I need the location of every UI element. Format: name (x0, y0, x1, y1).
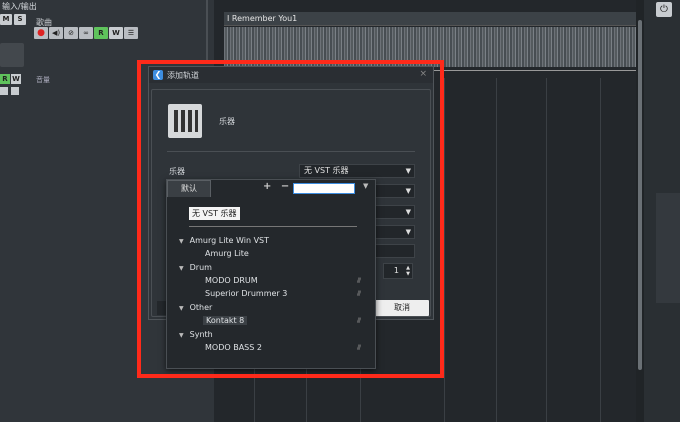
grid-line (496, 78, 497, 422)
lane-buttons: R W (0, 74, 21, 84)
track-controls: ● ◀) ⊘ ∞ R W ☰ (34, 27, 138, 39)
io-section-label: 输入/输出 (2, 2, 37, 11)
lane-read-button[interactable]: R (0, 74, 10, 84)
link-icon[interactable]: ∞ (79, 27, 93, 39)
highlight-frame (137, 60, 444, 378)
scrollbar-thumb[interactable] (638, 20, 642, 370)
grid-line (444, 78, 445, 422)
lane-write-button[interactable]: W (11, 74, 21, 84)
monitor-icon[interactable]: ◀) (49, 27, 63, 39)
close-lane-icon[interactable] (0, 87, 8, 95)
track-color-panel (0, 43, 24, 67)
inspector-divider (206, 0, 208, 60)
write-automation-button[interactable]: W (109, 27, 123, 39)
grid-line (600, 78, 601, 422)
channel-settings-icon[interactable]: ☰ (124, 27, 138, 39)
solo-button[interactable]: S (14, 14, 26, 25)
mute-button[interactable]: M (0, 14, 12, 25)
volume-column-header: 音量 (36, 76, 50, 84)
fx-bypass-icon[interactable]: ⊘ (64, 27, 78, 39)
power-icon[interactable]: ⏻ (656, 2, 672, 17)
read-automation-button[interactable]: R (94, 27, 108, 39)
lock-icon[interactable] (11, 87, 19, 95)
clip-title: I Remember You1 (227, 14, 298, 23)
right-zone-panel (656, 193, 680, 303)
audio-clip-header[interactable]: I Remember You1 (224, 12, 639, 26)
lane-icons (0, 87, 19, 95)
record-enable-icon[interactable]: ● (34, 27, 48, 39)
grid-line (546, 78, 547, 422)
